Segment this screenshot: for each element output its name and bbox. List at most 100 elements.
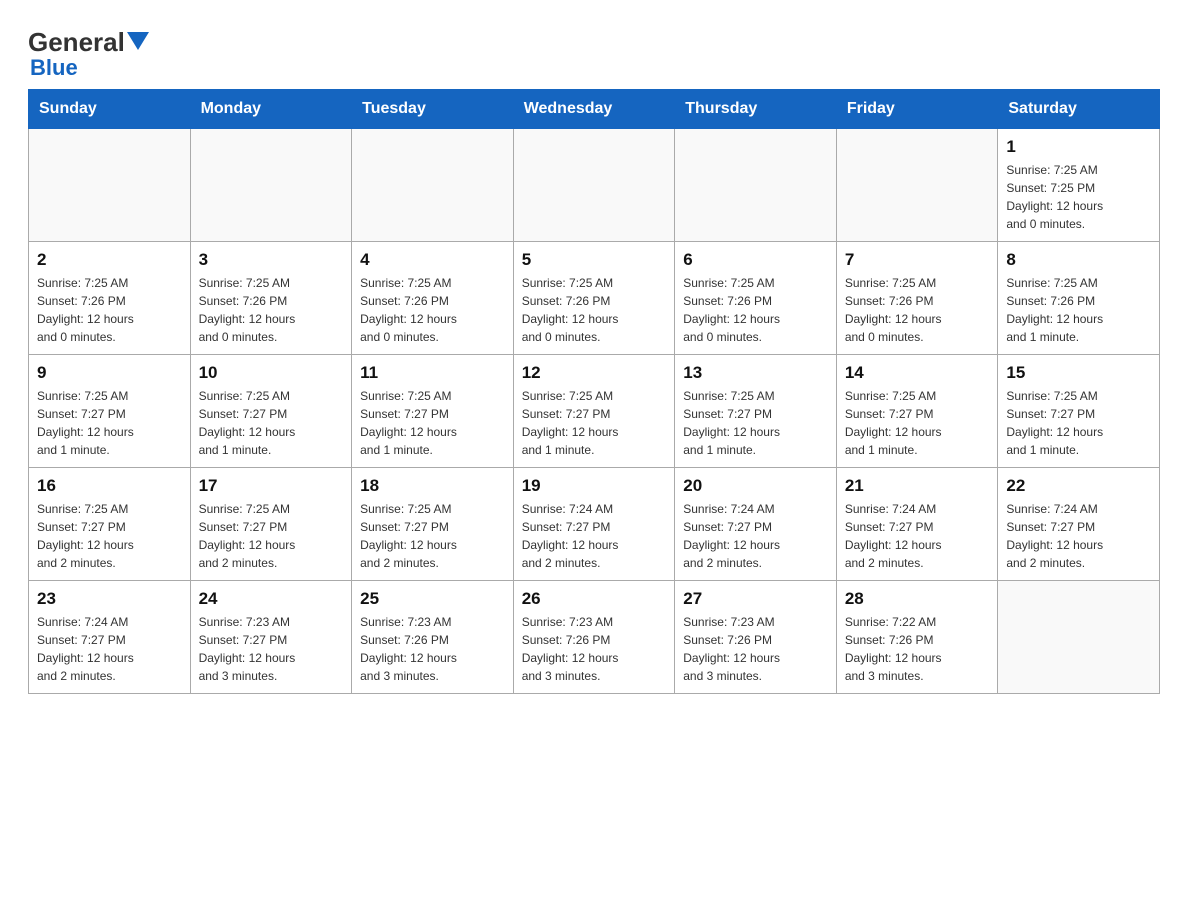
calendar-cell: 9 Sunrise: 7:25 AM Sunset: 7:27 PM Daylig… xyxy=(29,355,191,468)
day-info: Sunrise: 7:23 AM Sunset: 7:26 PM Dayligh… xyxy=(522,613,667,685)
day-number: 11 xyxy=(360,363,505,383)
calendar-cell: 10 Sunrise: 7:25 AM Sunset: 7:27 PM Dayli… xyxy=(190,355,352,468)
calendar-cell: 23 Sunrise: 7:24 AM Sunset: 7:27 PM Dayli… xyxy=(29,581,191,694)
logo: General Blue xyxy=(28,24,149,81)
day-info: Sunrise: 7:25 AM Sunset: 7:27 PM Dayligh… xyxy=(37,387,182,459)
logo-triangle-icon xyxy=(127,32,149,50)
day-info: Sunrise: 7:25 AM Sunset: 7:26 PM Dayligh… xyxy=(37,274,182,346)
weekday-tuesday: Tuesday xyxy=(352,90,514,129)
header: General Blue xyxy=(28,24,1160,81)
calendar-cell xyxy=(836,129,998,242)
day-number: 15 xyxy=(1006,363,1151,383)
day-info: Sunrise: 7:24 AM Sunset: 7:27 PM Dayligh… xyxy=(522,500,667,572)
day-number: 26 xyxy=(522,589,667,609)
day-number: 6 xyxy=(683,250,828,270)
day-info: Sunrise: 7:25 AM Sunset: 7:26 PM Dayligh… xyxy=(1006,274,1151,346)
day-info: Sunrise: 7:25 AM Sunset: 7:27 PM Dayligh… xyxy=(845,387,990,459)
calendar-cell: 28Sunrise: 7:22 AM Sunset: 7:26 PM Dayli… xyxy=(836,581,998,694)
day-number: 10 xyxy=(199,363,344,383)
day-number: 7 xyxy=(845,250,990,270)
day-info: Sunrise: 7:25 AM Sunset: 7:27 PM Dayligh… xyxy=(37,500,182,572)
logo-blue-text: Blue xyxy=(28,55,78,81)
day-number: 14 xyxy=(845,363,990,383)
calendar-cell: 8 Sunrise: 7:25 AM Sunset: 7:26 PM Daylig… xyxy=(998,242,1160,355)
day-number: 23 xyxy=(37,589,182,609)
day-info: Sunrise: 7:25 AM Sunset: 7:27 PM Dayligh… xyxy=(360,387,505,459)
calendar-cell: 16Sunrise: 7:25 AM Sunset: 7:27 PM Dayli… xyxy=(29,468,191,581)
logo-general-text: General xyxy=(28,29,125,55)
day-info: Sunrise: 7:25 AM Sunset: 7:27 PM Dayligh… xyxy=(1006,387,1151,459)
calendar-cell: 12 Sunrise: 7:25 AM Sunset: 7:27 PM Dayli… xyxy=(513,355,675,468)
calendar-cell xyxy=(675,129,837,242)
day-number: 5 xyxy=(522,250,667,270)
day-number: 25 xyxy=(360,589,505,609)
calendar-cell: 3 Sunrise: 7:25 AM Sunset: 7:26 PM Daylig… xyxy=(190,242,352,355)
weekday-saturday: Saturday xyxy=(998,90,1160,129)
day-number: 27 xyxy=(683,589,828,609)
day-info: Sunrise: 7:23 AM Sunset: 7:26 PM Dayligh… xyxy=(683,613,828,685)
calendar-cell: 4Sunrise: 7:25 AM Sunset: 7:26 PM Daylig… xyxy=(352,242,514,355)
calendar-cell: 11 Sunrise: 7:25 AM Sunset: 7:27 PM Dayli… xyxy=(352,355,514,468)
calendar-week-3: 9 Sunrise: 7:25 AM Sunset: 7:27 PM Daylig… xyxy=(29,355,1160,468)
day-number: 20 xyxy=(683,476,828,496)
day-number: 17 xyxy=(199,476,344,496)
calendar-header: SundayMondayTuesdayWednesdayThursdayFrid… xyxy=(29,90,1160,129)
day-info: Sunrise: 7:24 AM Sunset: 7:27 PM Dayligh… xyxy=(845,500,990,572)
day-number: 1 xyxy=(1006,137,1151,157)
day-info: Sunrise: 7:25 AM Sunset: 7:27 PM Dayligh… xyxy=(360,500,505,572)
day-number: 9 xyxy=(37,363,182,383)
day-info: Sunrise: 7:25 AM Sunset: 7:26 PM Dayligh… xyxy=(199,274,344,346)
day-info: Sunrise: 7:25 AM Sunset: 7:26 PM Dayligh… xyxy=(683,274,828,346)
calendar-cell xyxy=(29,129,191,242)
day-number: 24 xyxy=(199,589,344,609)
day-info: Sunrise: 7:25 AM Sunset: 7:25 PM Dayligh… xyxy=(1006,161,1151,233)
calendar-cell: 17Sunrise: 7:25 AM Sunset: 7:27 PM Dayli… xyxy=(190,468,352,581)
day-number: 18 xyxy=(360,476,505,496)
day-info: Sunrise: 7:25 AM Sunset: 7:27 PM Dayligh… xyxy=(683,387,828,459)
calendar-cell: 13 Sunrise: 7:25 AM Sunset: 7:27 PM Dayli… xyxy=(675,355,837,468)
calendar-cell: 7Sunrise: 7:25 AM Sunset: 7:26 PM Daylig… xyxy=(836,242,998,355)
calendar-cell: 22Sunrise: 7:24 AM Sunset: 7:27 PM Dayli… xyxy=(998,468,1160,581)
weekday-monday: Monday xyxy=(190,90,352,129)
day-info: Sunrise: 7:23 AM Sunset: 7:27 PM Dayligh… xyxy=(199,613,344,685)
day-number: 12 xyxy=(522,363,667,383)
calendar-cell: 1 Sunrise: 7:25 AM Sunset: 7:25 PM Daylig… xyxy=(998,129,1160,242)
calendar-cell: 25 Sunrise: 7:23 AM Sunset: 7:26 PM Dayli… xyxy=(352,581,514,694)
calendar-cell: 19 Sunrise: 7:24 AM Sunset: 7:27 PM Dayli… xyxy=(513,468,675,581)
day-info: Sunrise: 7:25 AM Sunset: 7:26 PM Dayligh… xyxy=(360,274,505,346)
day-info: Sunrise: 7:25 AM Sunset: 7:27 PM Dayligh… xyxy=(199,387,344,459)
day-info: Sunrise: 7:24 AM Sunset: 7:27 PM Dayligh… xyxy=(1006,500,1151,572)
day-number: 2 xyxy=(37,250,182,270)
day-info: Sunrise: 7:23 AM Sunset: 7:26 PM Dayligh… xyxy=(360,613,505,685)
calendar-week-1: 1 Sunrise: 7:25 AM Sunset: 7:25 PM Daylig… xyxy=(29,129,1160,242)
day-info: Sunrise: 7:24 AM Sunset: 7:27 PM Dayligh… xyxy=(683,500,828,572)
calendar-cell: 26 Sunrise: 7:23 AM Sunset: 7:26 PM Dayli… xyxy=(513,581,675,694)
page: General Blue SundayMondayTuesdayWednesda… xyxy=(0,0,1188,722)
day-number: 8 xyxy=(1006,250,1151,270)
weekday-header-row: SundayMondayTuesdayWednesdayThursdayFrid… xyxy=(29,90,1160,129)
day-number: 13 xyxy=(683,363,828,383)
calendar-cell xyxy=(190,129,352,242)
day-number: 19 xyxy=(522,476,667,496)
calendar-week-4: 16Sunrise: 7:25 AM Sunset: 7:27 PM Dayli… xyxy=(29,468,1160,581)
calendar-cell: 5Sunrise: 7:25 AM Sunset: 7:26 PM Daylig… xyxy=(513,242,675,355)
logo-general-line: General xyxy=(28,28,149,55)
day-number: 28 xyxy=(845,589,990,609)
calendar-week-2: 2 Sunrise: 7:25 AM Sunset: 7:26 PM Daylig… xyxy=(29,242,1160,355)
day-number: 3 xyxy=(199,250,344,270)
weekday-wednesday: Wednesday xyxy=(513,90,675,129)
weekday-sunday: Sunday xyxy=(29,90,191,129)
calendar-cell xyxy=(352,129,514,242)
calendar-cell: 2 Sunrise: 7:25 AM Sunset: 7:26 PM Daylig… xyxy=(29,242,191,355)
calendar-cell xyxy=(998,581,1160,694)
day-info: Sunrise: 7:24 AM Sunset: 7:27 PM Dayligh… xyxy=(37,613,182,685)
calendar-body: 1 Sunrise: 7:25 AM Sunset: 7:25 PM Daylig… xyxy=(29,129,1160,694)
calendar-cell: 18 Sunrise: 7:25 AM Sunset: 7:27 PM Dayli… xyxy=(352,468,514,581)
calendar-cell xyxy=(513,129,675,242)
calendar-cell: 24 Sunrise: 7:23 AM Sunset: 7:27 PM Dayli… xyxy=(190,581,352,694)
calendar-cell: 20 Sunrise: 7:24 AM Sunset: 7:27 PM Dayli… xyxy=(675,468,837,581)
calendar-cell: 15 Sunrise: 7:25 AM Sunset: 7:27 PM Dayli… xyxy=(998,355,1160,468)
day-info: Sunrise: 7:25 AM Sunset: 7:27 PM Dayligh… xyxy=(522,387,667,459)
calendar-cell: 27 Sunrise: 7:23 AM Sunset: 7:26 PM Dayli… xyxy=(675,581,837,694)
weekday-thursday: Thursday xyxy=(675,90,837,129)
